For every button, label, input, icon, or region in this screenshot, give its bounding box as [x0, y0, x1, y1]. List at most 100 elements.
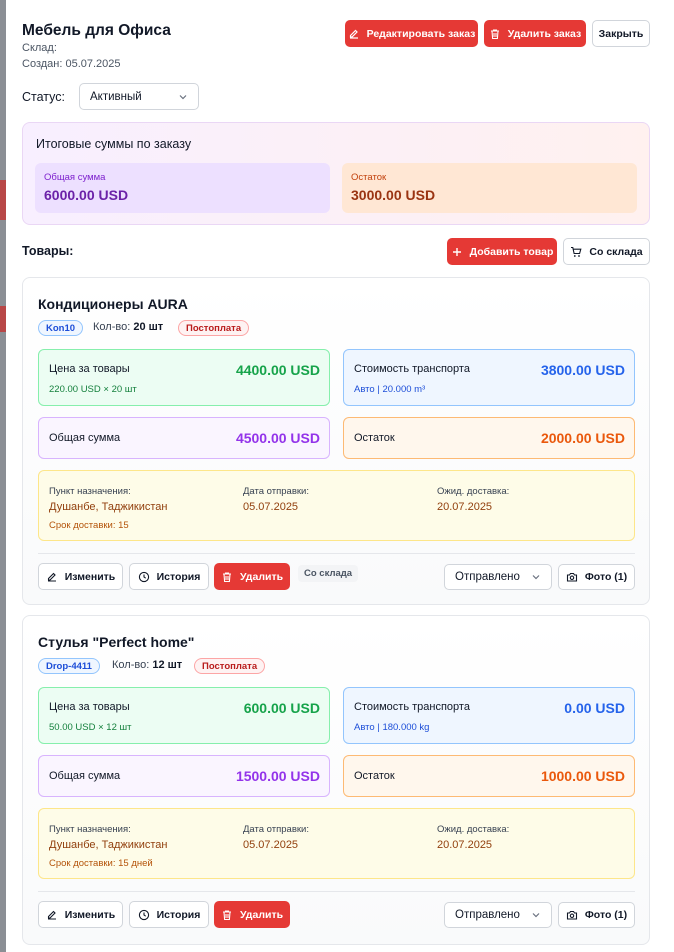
product-name: Стулья "Perfect home"	[38, 634, 195, 650]
transport-details: Авто | 20.000 m³	[354, 384, 426, 395]
edit-product-button[interactable]: Изменить	[38, 901, 123, 928]
eta-value: 20.07.2025	[437, 839, 493, 851]
ship-date-value: 05.07.2025	[243, 501, 299, 513]
product-status-select[interactable]: Отправлено	[444, 902, 552, 928]
status-select[interactable]: Активный	[79, 83, 199, 110]
trash-icon	[222, 909, 231, 920]
product-name: Кондиционеры AURA	[38, 296, 188, 312]
products-label: Товары:	[22, 244, 74, 258]
eta-label: Ожид. доставка:	[437, 824, 510, 835]
status-label: Статус:	[22, 90, 65, 104]
product-card: Кондиционеры AURA Kon10 Кол-во: 20 шт По…	[22, 277, 650, 605]
divider	[38, 553, 635, 554]
history-label: История	[156, 570, 201, 583]
trash-icon	[490, 28, 499, 39]
transport-label: Стоимость транспорта	[354, 701, 470, 713]
delivery-term: Срок доставки: 15 дней	[49, 858, 153, 869]
edit-order-label: Редактировать заказ	[366, 27, 476, 40]
destination-label: Пункт назначения:	[49, 824, 131, 835]
cart-icon	[571, 246, 582, 257]
delete-product-label: Удалить	[239, 908, 284, 921]
product-quantity: Кол-во: 12 шт	[112, 659, 182, 671]
product-total-box: Общая сумма 1500.00 USD	[38, 755, 330, 797]
photo-label: Фото (1)	[584, 571, 628, 583]
from-stock-label: Со склада	[589, 245, 643, 258]
quantity-label: Кол-во:	[112, 659, 150, 671]
add-product-button[interactable]: Добавить товар	[447, 238, 557, 265]
eta-label: Ожид. доставка:	[437, 486, 510, 497]
ship-date-label: Дата отправки:	[243, 824, 309, 835]
edit-icon	[47, 572, 56, 582]
destination-label: Пункт назначения:	[49, 486, 131, 497]
photo-label: Фото (1)	[584, 909, 628, 921]
destination-value: Душанбе, Таджикистан	[49, 839, 168, 851]
photo-button[interactable]: Фото (1)	[558, 564, 635, 590]
quantity-label: Кол-во:	[93, 321, 131, 333]
history-label: История	[156, 908, 201, 921]
order-title: Мебель для Офиса	[22, 22, 171, 39]
transport-box: Стоимость транспорта 3800.00 USD Авто | …	[343, 349, 635, 406]
edit-product-button[interactable]: Изменить	[38, 563, 123, 590]
quantity-value: 12 шт	[152, 659, 183, 671]
photo-button[interactable]: Фото (1)	[558, 902, 635, 928]
delivery-term: Срок доставки: 15	[49, 520, 129, 531]
delete-product-button[interactable]: Удалить	[214, 563, 290, 590]
camera-icon	[566, 910, 577, 920]
clock-icon	[138, 909, 149, 920]
product-total-box: Общая сумма 4500.00 USD	[38, 417, 330, 459]
payment-badge: Постоплата	[178, 320, 250, 336]
delete-product-button[interactable]: Удалить	[214, 901, 290, 928]
order-balance-value: 3000.00 USD	[351, 187, 436, 203]
history-button[interactable]: История	[129, 563, 209, 590]
add-product-label: Добавить товар	[469, 245, 554, 258]
delete-order-button[interactable]: Удалить заказ	[484, 20, 586, 47]
order-total-label: Общая сумма	[44, 172, 106, 183]
totals-title: Итоговые суммы по заказу	[36, 137, 192, 151]
close-button[interactable]: Закрыть	[592, 20, 650, 47]
product-total-value: 1500.00 USD	[235, 768, 320, 784]
product-balance-box: Остаток 1000.00 USD	[343, 755, 635, 797]
product-balance-label: Остаток	[354, 432, 395, 444]
product-balance-label: Остаток	[354, 770, 395, 782]
product-quantity: Кол-во: 20 шт	[93, 321, 163, 333]
edit-product-label: Изменить	[64, 908, 116, 921]
product-status-value: Отправлено	[455, 909, 520, 921]
order-total-value: 6000.00 USD	[44, 187, 129, 203]
camera-icon	[566, 572, 577, 582]
price-breakdown: 50.00 USD × 12 шт	[49, 722, 132, 733]
order-total-box: Общая сумма 6000.00 USD	[35, 163, 330, 213]
divider	[38, 891, 635, 892]
warehouse-label: Склад:	[22, 42, 57, 54]
product-total-label: Общая сумма	[49, 770, 121, 782]
product-status-value: Отправлено	[455, 571, 520, 583]
payment-badge: Постоплата	[194, 658, 266, 674]
transport-label: Стоимость транспорта	[354, 363, 470, 375]
created-date: Создан: 05.07.2025	[22, 58, 121, 70]
chevron-down-icon	[532, 575, 540, 580]
from-stock-button[interactable]: Со склада	[563, 238, 650, 265]
history-button[interactable]: История	[129, 901, 209, 928]
delete-product-label: Удалить	[239, 570, 284, 583]
order-totals-panel: Итоговые суммы по заказу Общая сумма 600…	[22, 122, 650, 225]
eta-value: 20.07.2025	[437, 501, 493, 513]
status-value: Активный	[90, 90, 142, 103]
from-stock-badge: Со склада	[298, 565, 359, 582]
order-balance-box: Остаток 3000.00 USD	[342, 163, 637, 213]
plus-icon	[452, 247, 461, 256]
price-value: 600.00 USD	[243, 700, 320, 716]
product-code-badge: Kon10	[38, 320, 84, 336]
product-status-select[interactable]: Отправлено	[444, 564, 552, 590]
product-code-badge: Drop-4411	[38, 658, 100, 674]
product-card: Стулья "Perfect home" Drop-4411 Кол-во: …	[22, 615, 650, 945]
delivery-info: Пункт назначения: Душанбе, Таджикистан Д…	[38, 470, 635, 541]
transport-details: Авто | 180.000 kg	[354, 722, 430, 733]
order-balance-label: Остаток	[351, 172, 387, 183]
edit-order-button[interactable]: Редактировать заказ	[345, 20, 478, 47]
price-breakdown: 220.00 USD × 20 шт	[49, 384, 137, 395]
destination-value: Душанбе, Таджикистан	[49, 501, 168, 513]
delivery-info: Пункт назначения: Душанбе, Таджикистан Д…	[38, 808, 635, 879]
product-balance-value: 2000.00 USD	[540, 430, 625, 446]
price-box: Цена за товары 4400.00 USD 220.00 USD × …	[38, 349, 330, 406]
price-box: Цена за товары 600.00 USD 50.00 USD × 12…	[38, 687, 330, 744]
chevron-down-icon	[532, 913, 540, 918]
